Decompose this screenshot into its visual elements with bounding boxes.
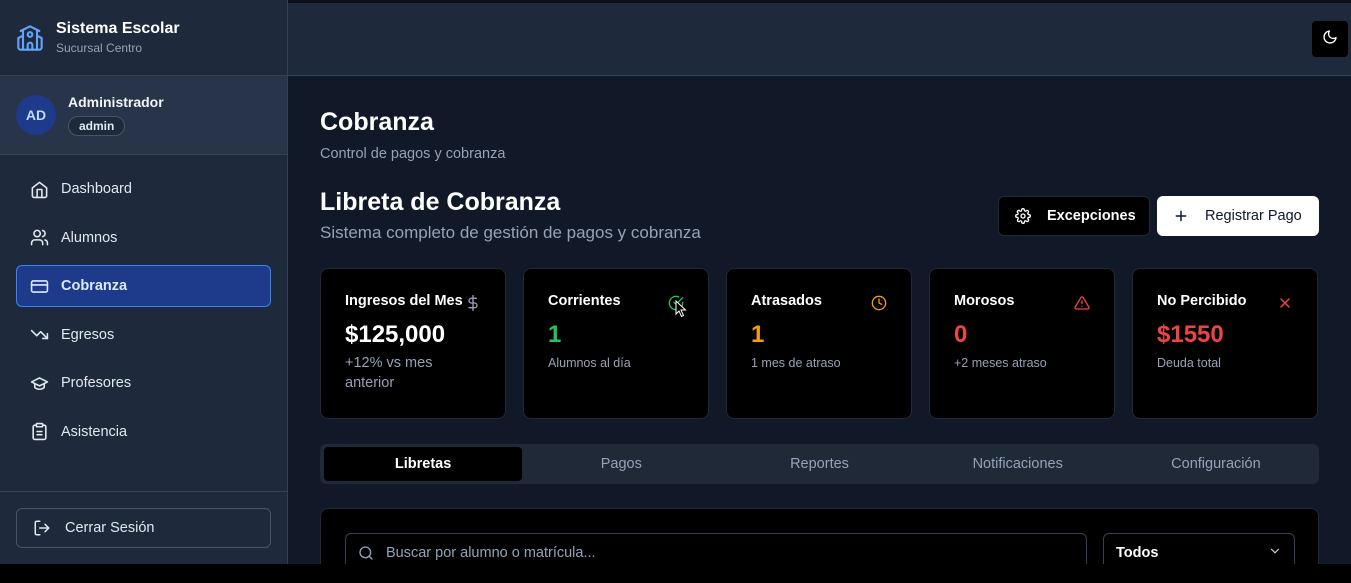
sidebar-item-egresos[interactable]: Egresos (16, 314, 271, 356)
register-payment-button[interactable]: Registrar Pago (1157, 196, 1319, 236)
logout-area: Cerrar Sesión (0, 491, 287, 564)
sidebar-item-profesores[interactable]: Profesores (16, 362, 271, 404)
tab-libretas[interactable]: Libretas (324, 447, 523, 481)
card-note: +12% vs mes anterior (345, 355, 433, 391)
logout-button[interactable]: Cerrar Sesión (16, 508, 271, 548)
status-filter-select[interactable]: Todos (1103, 533, 1295, 564)
card-label: Corrientes (548, 293, 621, 309)
card-note: +2 meses atraso (954, 356, 1047, 370)
moon-icon (1322, 29, 1338, 50)
chevron-down-icon (1268, 544, 1282, 562)
tab-pagos[interactable]: Pagos (522, 447, 720, 481)
stat-card-current: Corrientes 1 Alumnos al día (523, 268, 709, 419)
role-badge: admin (68, 116, 126, 136)
sidebar-item-asistencia[interactable]: Asistencia (16, 411, 271, 453)
card-label: Morosos (954, 293, 1015, 309)
settings-icon (1015, 208, 1031, 224)
sidebar: Sistema Escolar Sucursal Centro AD Admin… (0, 0, 288, 564)
tabs-bar: Libretas Pagos Reportes Notificaciones C… (320, 444, 1319, 484)
tab-configuracion[interactable]: Configuración (1117, 447, 1315, 481)
user-name: Administrador (68, 94, 164, 110)
brand-header: Sistema Escolar Sucursal Centro (0, 0, 287, 76)
tab-reportes[interactable]: Reportes (720, 447, 918, 481)
card-label: Atrasados (751, 293, 822, 309)
search-icon (358, 545, 374, 561)
page-title: Cobranza (320, 108, 434, 136)
home-icon (29, 179, 49, 199)
search-box (345, 533, 1087, 564)
logout-label: Cerrar Sesión (65, 520, 155, 536)
alert-triangle-icon (1074, 295, 1090, 311)
sidebar-item-label: Asistencia (61, 423, 128, 440)
plus-icon (1173, 208, 1189, 224)
users-icon (29, 228, 49, 248)
card-note: Alumnos al día (548, 356, 631, 370)
stat-card-late: Atrasados 1 1 mes de atraso (726, 268, 912, 419)
sidebar-item-label: Dashboard (61, 181, 132, 197)
sidebar-item-alumnos[interactable]: Alumnos (16, 217, 271, 259)
brand-subtitle: Sucursal Centro (56, 41, 143, 55)
sidebar-nav: Dashboard Alumnos Cobranza Egresos Profe… (0, 155, 287, 453)
sidebar-item-label: Profesores (61, 375, 132, 391)
brand-title: Sistema Escolar (56, 20, 180, 37)
mouse-cursor-icon (675, 300, 687, 318)
sidebar-item-label: Alumnos (61, 229, 118, 246)
card-note: 1 mes de atraso (751, 356, 841, 370)
main-content: Cobranza Control de pagos y cobranza Lib… (288, 76, 1351, 564)
card-value: $1550 (1157, 321, 1224, 348)
user-profile: AD Administrador admin (0, 76, 287, 155)
register-payment-label: Registrar Pago (1205, 208, 1302, 224)
sidebar-item-cobranza[interactable]: Cobranza (16, 265, 271, 307)
card-value: 0 (954, 321, 968, 348)
school-icon (16, 24, 44, 52)
x-icon (1277, 295, 1293, 311)
section-subtitle: Sistema completo de gestión de pagos y c… (320, 223, 701, 242)
sidebar-item-label: Cobranza (61, 278, 128, 294)
trending-down-icon (29, 325, 49, 345)
clock-icon (871, 295, 887, 311)
stat-card-delinquent: Morosos 0 +2 meses atraso (929, 268, 1115, 419)
libretas-panel: Todos (320, 508, 1319, 564)
avatar: AD (16, 95, 56, 135)
card-note: Deuda total (1157, 356, 1221, 370)
credit-card-icon (29, 276, 49, 296)
bottom-strip (0, 564, 1351, 583)
tab-notificaciones[interactable]: Notificaciones (919, 447, 1117, 481)
top-bar (288, 0, 1351, 76)
log-out-icon (33, 519, 51, 537)
card-value: 1 (548, 321, 562, 348)
sidebar-item-label: Egresos (61, 326, 115, 343)
stats-cards: Ingresos del Mes $125,000 +12% vs mes an… (320, 268, 1318, 419)
status-filter-value: Todos (1116, 545, 1159, 561)
sidebar-item-dashboard[interactable]: Dashboard (16, 168, 271, 210)
graduation-cap-icon (29, 373, 49, 393)
search-input[interactable] (386, 545, 1066, 561)
page-subtitle: Control de pagos y cobranza (320, 146, 506, 162)
clipboard-icon (29, 422, 49, 442)
card-value: $125,000 (345, 321, 446, 348)
stat-card-income: Ingresos del Mes $125,000 +12% vs mes an… (320, 268, 506, 419)
dollar-icon (465, 295, 481, 311)
theme-toggle-button[interactable] (1311, 20, 1349, 58)
exceptions-button[interactable]: Excepciones (998, 196, 1150, 236)
section-title: Libreta de Cobranza (320, 188, 561, 216)
exceptions-label: Excepciones (1047, 208, 1136, 224)
card-value: 1 (751, 321, 765, 348)
stat-card-unpaid: No Percibido $1550 Deuda total (1132, 268, 1318, 419)
card-label: No Percibido (1157, 293, 1247, 309)
card-label: Ingresos del Mes (345, 293, 463, 309)
